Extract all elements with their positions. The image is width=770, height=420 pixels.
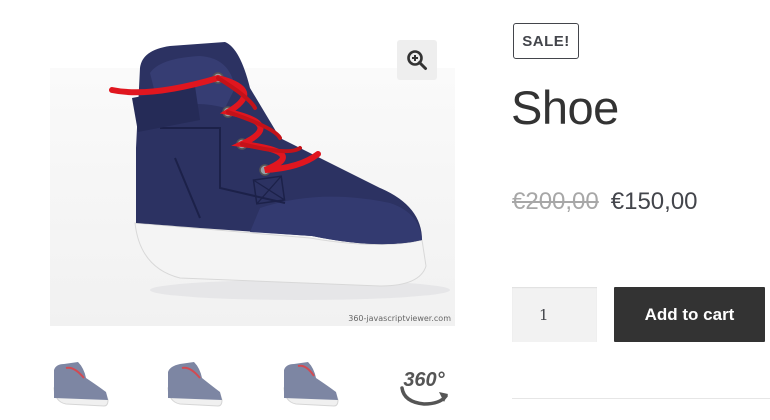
shoe-thumbnail-icon — [167, 362, 223, 407]
old-price: €200,00 — [512, 188, 599, 215]
image-watermark: 360-javascriptviewer.com — [348, 314, 451, 323]
shoe-illustration — [109, 42, 450, 300]
sale-badge: SALE! — [513, 23, 579, 59]
magnify-plus-icon — [407, 50, 427, 70]
shoe-thumbnail-icon — [53, 362, 109, 407]
shoe-thumbnail-icon — [283, 362, 339, 407]
product-main-image[interactable]: 360-javascriptviewer.com — [50, 28, 455, 326]
zoom-button[interactable] — [397, 40, 437, 80]
360-view-icon: 360° — [400, 369, 448, 406]
thumbnail-360-view[interactable]: 360° — [394, 356, 454, 416]
product-title: Shoe — [511, 81, 619, 134]
add-to-cart-button[interactable]: Add to cart — [614, 287, 765, 342]
product-price: €200,00 €150,00 — [512, 188, 698, 216]
360-label: 360° — [403, 369, 445, 391]
quantity-input[interactable] — [512, 287, 597, 342]
sale-price: €150,00 — [610, 188, 698, 215]
thumbnail-3[interactable] — [280, 356, 340, 416]
thumbnail-1[interactable] — [50, 356, 110, 416]
divider — [512, 398, 770, 399]
thumbnail-2[interactable] — [164, 356, 224, 416]
thumbnail-strip: 360° — [50, 356, 455, 420]
